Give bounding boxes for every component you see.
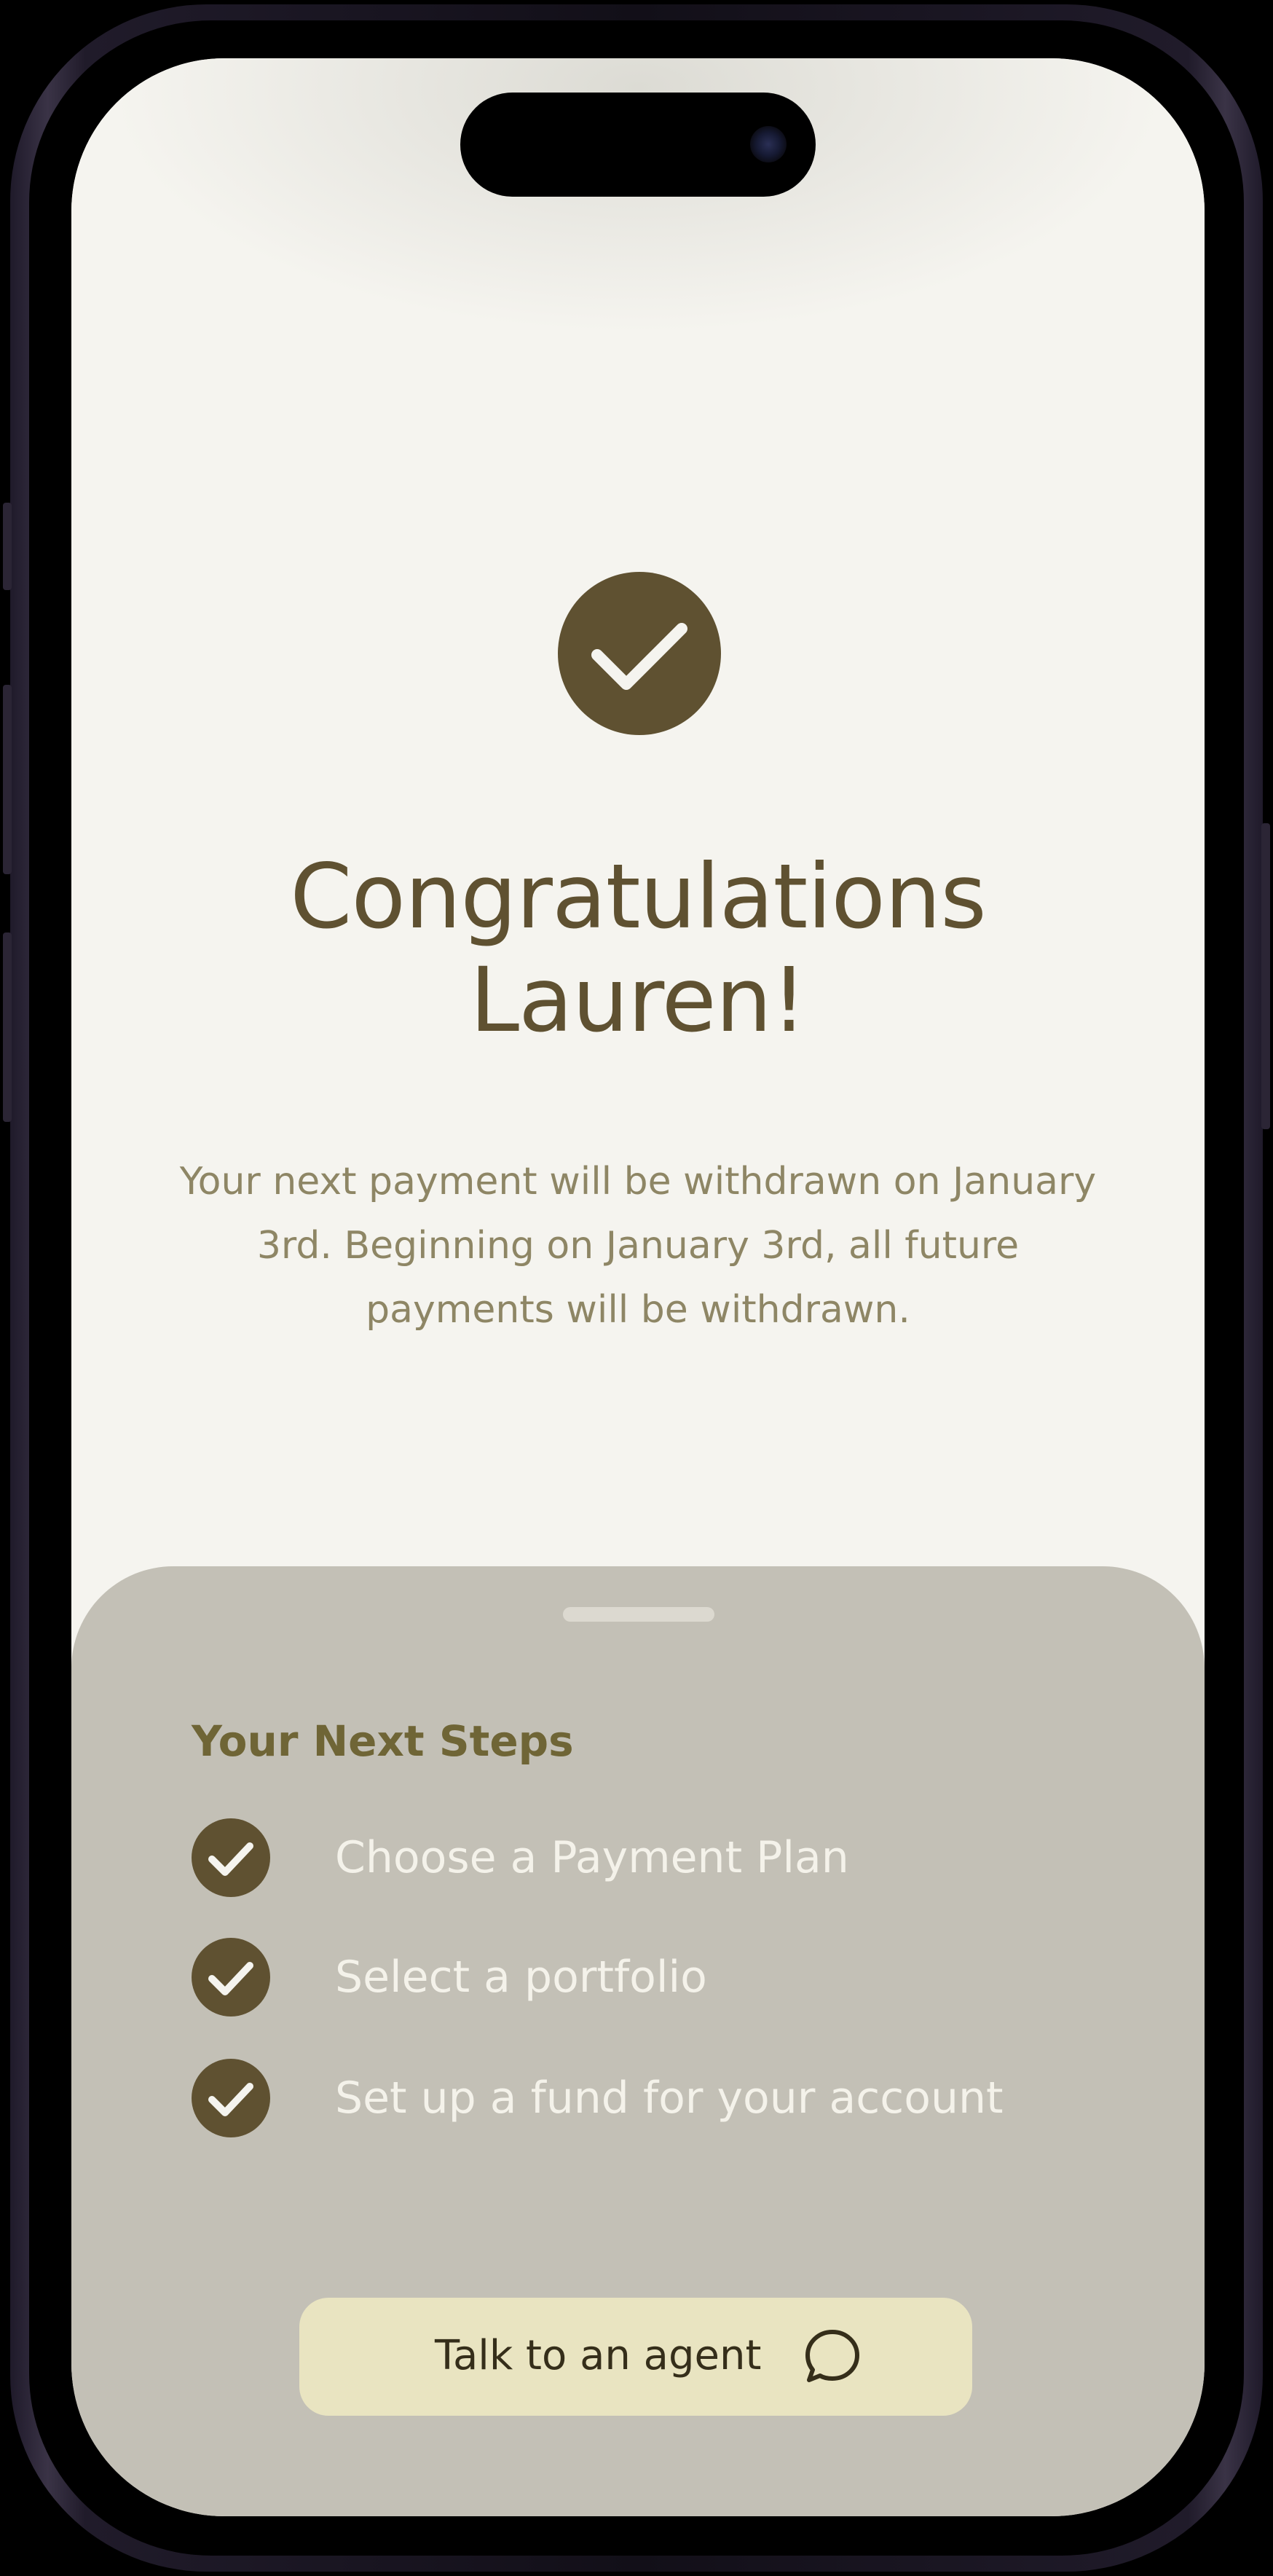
chat-bubble-icon (800, 2325, 864, 2389)
sheet-grabber-handle[interactable] (563, 1607, 714, 1622)
volume-down-button (3, 932, 12, 1122)
talk-to-agent-button[interactable]: Talk to an agent (299, 2298, 972, 2416)
power-button (1261, 823, 1270, 1129)
step-label: Choose a Payment Plan (335, 1832, 849, 1883)
app-screen: Congratulations Lauren! Your next paymen… (71, 58, 1205, 2516)
step-label: Set up a fund for your account (335, 2073, 1004, 2124)
message-line-2: 3rd. Beginning on January 3rd, all futur… (256, 1224, 1020, 1268)
checkmark-icon (192, 2059, 270, 2137)
congratulations-title: Congratulations Lauren! (71, 845, 1205, 1052)
title-line-2: Lauren! (470, 949, 807, 1052)
step-item-fund: Set up a fund for your account (192, 2059, 1138, 2139)
talk-to-agent-label: Talk to an agent (435, 2332, 762, 2379)
volume-up-button (3, 685, 12, 874)
checkmark-icon (192, 1938, 270, 2017)
step-label: Select a portfolio (335, 1952, 707, 2003)
payment-message: Your next payment will be withdrawn on J… (173, 1150, 1103, 1342)
message-line-3: payments will be withdrawn. (366, 1288, 910, 1332)
checkmark-icon (192, 1818, 270, 1897)
title-line-1: Congratulations (290, 845, 987, 949)
dynamic-island (460, 93, 816, 197)
success-checkmark-icon (558, 572, 721, 735)
step-item-payment-plan: Choose a Payment Plan (192, 1818, 1138, 1898)
front-camera (750, 126, 787, 162)
action-button (3, 503, 12, 590)
next-steps-sheet: Your Next Steps Choose a Payment Plan Se… (71, 1566, 1205, 2516)
next-steps-heading: Your Next Steps (192, 1716, 574, 1766)
message-line-1: Your next payment will be withdrawn on J… (179, 1160, 1097, 1203)
step-item-portfolio: Select a portfolio (192, 1938, 1138, 2018)
phone-device: Congratulations Lauren! Your next paymen… (0, 0, 1273, 2576)
